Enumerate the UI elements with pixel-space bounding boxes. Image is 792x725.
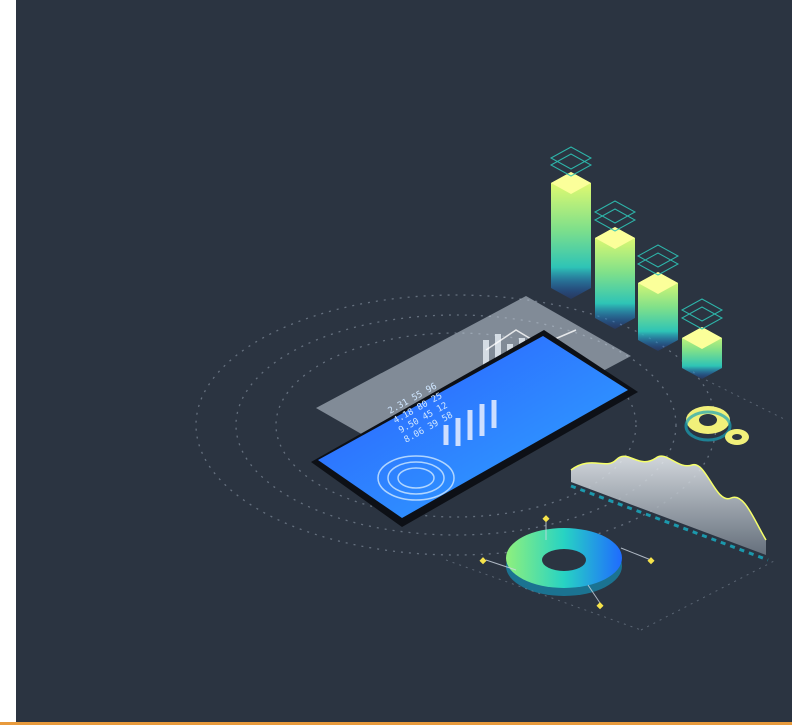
bar-1 bbox=[549, 146, 593, 299]
isometric-analytics-illustration: 2.31 55 96 4.18 80 25 9.50 45 12 8.06 39… bbox=[195, 146, 787, 631]
bar-2 bbox=[593, 200, 637, 329]
bar-4 bbox=[680, 298, 724, 379]
donut-chart bbox=[479, 515, 655, 610]
illustration-canvas: 2.31 55 96 4.18 80 25 9.50 45 12 8.06 39… bbox=[16, 0, 792, 722]
small-gear-icon bbox=[725, 429, 749, 445]
bar-3 bbox=[636, 244, 680, 351]
image-frame: 2.31 55 96 4.18 80 25 9.50 45 12 8.06 39… bbox=[0, 0, 792, 725]
gear-icon bbox=[684, 406, 732, 442]
